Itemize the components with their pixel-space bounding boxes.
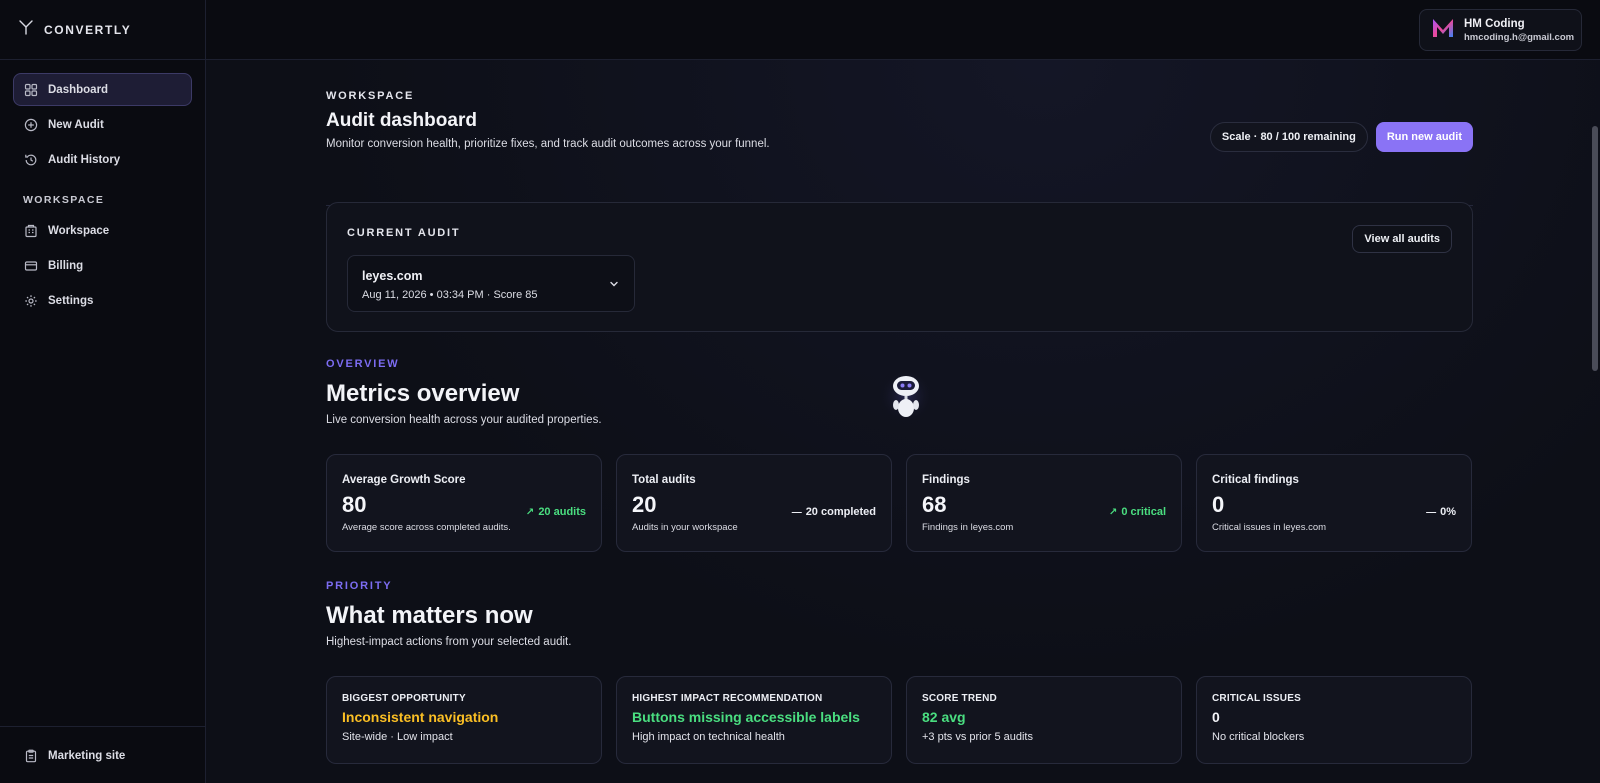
- priority-eyebrow: PRIORITY: [326, 580, 393, 592]
- history-icon: [24, 153, 38, 167]
- priority-section: PRIORITY What matters now Highest-impact…: [326, 580, 1473, 648]
- sidebar-section-title: WORKSPACE: [23, 194, 105, 206]
- priority-card-label: HIGHEST IMPACT RECOMMENDATION: [632, 693, 823, 704]
- user-name: HM Coding: [1464, 17, 1525, 30]
- sidebar-item-marketing-site[interactable]: Marketing site: [13, 739, 193, 772]
- audit-selector[interactable]: leyes.com Aug 11, 2026 • 03:34 PM · Scor…: [347, 255, 635, 312]
- priority-card-title: Inconsistent navigation: [342, 709, 499, 725]
- priority-card[interactable]: HIGHEST IMPACT RECOMMENDATION Buttons mi…: [616, 676, 892, 764]
- sidebar: CONVERTLY Dashboard New Audit Audit Hist…: [0, 0, 206, 783]
- metric-note: Critical issues in leyes.com: [1212, 522, 1327, 533]
- sidebar-item-label: Settings: [48, 294, 94, 307]
- priority-card-title: 0: [1212, 709, 1220, 725]
- sidebar-nav: Dashboard New Audit Audit History WORKSP…: [0, 60, 205, 317]
- audit-meta: Aug 11, 2026 • 03:34 PM · Score 85: [362, 289, 538, 301]
- logo-icon: [18, 19, 34, 40]
- priority-card[interactable]: BIGGEST OPPORTUNITY Inconsistent navigat…: [326, 676, 602, 764]
- priority-card-sub: High impact on technical health: [632, 731, 785, 743]
- priority-card[interactable]: CRITICAL ISSUES 0 No critical blockers: [1196, 676, 1472, 764]
- metric-label: Average Growth Score: [342, 474, 466, 486]
- metric-delta-text: 0 critical: [1121, 506, 1166, 518]
- clipboard-icon: [24, 749, 38, 763]
- metric-delta-text: 20 completed: [805, 506, 876, 518]
- sidebar-item-label: New Audit: [48, 118, 104, 131]
- robot-mascot-icon: [877, 366, 935, 426]
- metric-note: Average score across completed audits.: [342, 522, 511, 533]
- priority-card-sub: +3 pts vs prior 5 audits: [922, 731, 1033, 743]
- priority-card-label: SCORE TREND: [922, 693, 997, 704]
- priority-card-title: 82 avg: [922, 709, 966, 725]
- priority-card-title: Buttons missing accessible labels: [632, 709, 860, 725]
- sidebar-item-label: Audit History: [48, 153, 121, 166]
- building-icon: [24, 224, 38, 238]
- page-eyebrow: WORKSPACE: [326, 90, 415, 102]
- metric-card: Findings 68 Findings in leyes.com ↗ 0 cr…: [906, 454, 1182, 552]
- metric-card: Average Growth Score 80 Average score ac…: [326, 454, 602, 552]
- current-audit-eyebrow: CURRENT AUDIT: [347, 227, 461, 239]
- sidebar-item-label: Billing: [48, 259, 84, 272]
- priority-card-sub: Site-wide · Low impact: [342, 731, 453, 743]
- sidebar-item-label: Marketing site: [48, 749, 126, 762]
- priority-card-label: BIGGEST OPPORTUNITY: [342, 693, 466, 704]
- sidebar-item-label: Workspace: [48, 224, 110, 237]
- metric-delta: — 20 completed: [792, 506, 876, 518]
- priority-cards: BIGGEST OPPORTUNITY Inconsistent navigat…: [326, 676, 1473, 764]
- metric-label: Total audits: [632, 474, 696, 486]
- sidebar-item-label: Dashboard: [48, 83, 109, 96]
- priority-card[interactable]: SCORE TREND 82 avg +3 pts vs prior 5 aud…: [906, 676, 1182, 764]
- priority-title: What matters now: [326, 602, 533, 629]
- chevron-down-icon: [610, 281, 618, 287]
- brand-name: CONVERTLY: [44, 22, 132, 37]
- brand[interactable]: CONVERTLY: [0, 0, 205, 60]
- metric-note: Audits in your workspace: [632, 522, 738, 533]
- sidebar-item-settings[interactable]: Settings: [13, 284, 192, 317]
- user-logo-icon: [1430, 15, 1456, 46]
- topbar: HM Coding hmcoding.h@gmail.com: [206, 0, 1600, 60]
- sidebar-item-workspace[interactable]: Workspace: [13, 214, 192, 247]
- audit-domain: leyes.com: [362, 269, 423, 283]
- metric-delta: ↗ 20 audits: [526, 506, 586, 518]
- trend-up-icon: ↗: [1108, 506, 1118, 518]
- run-new-audit-button[interactable]: Run new audit: [1375, 122, 1473, 152]
- trend-flat-icon: —: [1426, 506, 1437, 518]
- sidebar-item-billing[interactable]: Billing: [13, 249, 192, 282]
- sidebar-footer: Marketing site: [0, 726, 206, 783]
- metric-delta: — 0%: [1426, 506, 1456, 518]
- credit-card-icon: [24, 259, 38, 273]
- metric-label: Findings: [922, 474, 970, 486]
- sidebar-item-new-audit[interactable]: New Audit: [13, 108, 192, 141]
- priority-card-sub: No critical blockers: [1212, 731, 1305, 743]
- metric-delta-text: 20 audits: [538, 506, 586, 518]
- page-header: WORKSPACE Audit dashboard Monitor conver…: [326, 90, 1473, 206]
- user-menu[interactable]: HM Coding hmcoding.h@gmail.com: [1419, 9, 1582, 51]
- dashboard-icon: [24, 83, 38, 97]
- sidebar-item-audit-history[interactable]: Audit History: [13, 143, 192, 176]
- priority-subtitle: Highest-impact actions from your selecte…: [326, 636, 572, 648]
- main-content: WORKSPACE Audit dashboard Monitor conver…: [206, 60, 1600, 783]
- view-all-audits-button[interactable]: View all audits: [1352, 225, 1452, 253]
- metric-card: Total audits 20 Audits in your workspace…: [616, 454, 892, 552]
- plan-usage-badge: Scale · 80 / 100 remaining: [1209, 122, 1368, 152]
- metric-delta-text: 0%: [1440, 506, 1456, 518]
- scrollbar[interactable]: [1592, 126, 1598, 371]
- metric-delta: ↗ 0 critical: [1109, 506, 1166, 518]
- user-email: hmcoding.h@gmail.com: [1464, 31, 1575, 43]
- metric-label: Critical findings: [1212, 474, 1299, 486]
- priority-card-label: CRITICAL ISSUES: [1212, 693, 1301, 704]
- metrics-grid: Average Growth Score 80 Average score ac…: [326, 454, 1473, 552]
- sidebar-item-dashboard[interactable]: Dashboard: [13, 73, 192, 106]
- trend-up-icon: ↗: [525, 506, 535, 518]
- metric-card: Critical findings 0 Critical issues in l…: [1196, 454, 1472, 552]
- metric-note: Findings in leyes.com: [922, 522, 1014, 533]
- trend-flat-icon: —: [791, 506, 802, 518]
- gear-icon: [24, 294, 38, 308]
- current-audit-card: CURRENT AUDIT View all audits leyes.com …: [326, 202, 1473, 332]
- plus-circle-icon: [24, 118, 38, 132]
